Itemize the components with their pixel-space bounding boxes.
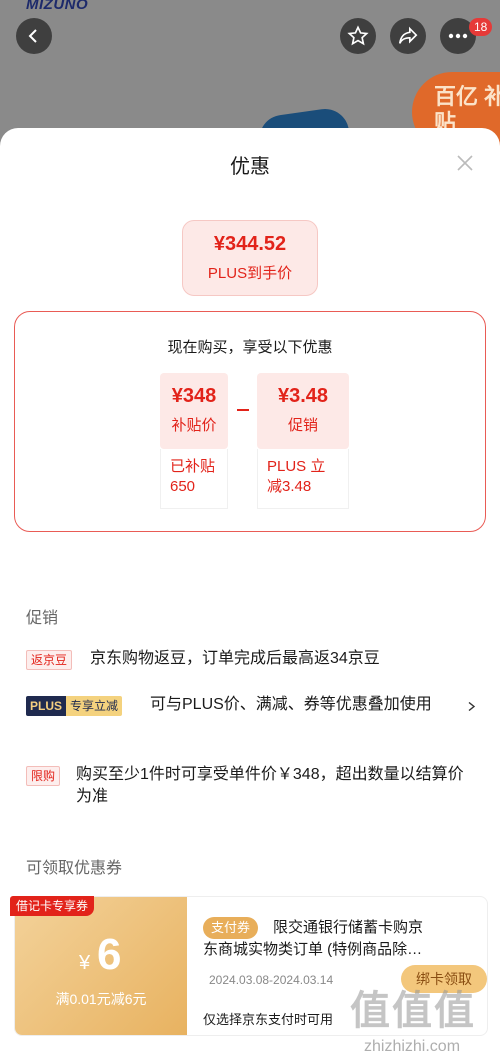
breakdown-item: ¥3.48 促销 PLUS 立减3.48	[257, 373, 349, 509]
coupon-value-panel: ¥ 6 满0.01元减6元	[15, 897, 187, 1035]
plus-tag-label: PLUS	[26, 696, 67, 716]
breakdown-item: ¥348 补贴价 已补贴650	[160, 373, 228, 509]
plus-promo-text: 可与PLUS价、满减、券等优惠叠加使用	[150, 696, 432, 713]
star-icon	[347, 25, 369, 46]
promotions-title: 促销	[26, 610, 59, 627]
back-icon	[28, 29, 37, 43]
subsidy-price-tile: ¥348 补贴价	[160, 373, 228, 449]
purchase-limit-text: 购买至少1件时可享受单件价￥348，超出数量以结算价为准	[76, 766, 464, 805]
back-button[interactable]	[16, 18, 52, 54]
coupon-currency: ¥	[79, 952, 91, 974]
plus-exclusive-label: 专享立减	[66, 696, 123, 716]
plus-discount-note: PLUS 立减3.48	[257, 449, 349, 509]
promotion-row-beans: 返京豆 京东购物返豆，订单完成后最高返34京豆	[26, 648, 476, 672]
discount-sheet: 优惠 ¥344.52 PLUS到手价 现在购买，享受以下优惠 ¥348 补贴价 …	[0, 128, 500, 1063]
more-icon	[448, 33, 468, 39]
promotion-row-limit: 限购 购买至少1件时可享受单件价￥348，超出数量以结算价为准	[26, 764, 476, 810]
coupon-description: 限交通银行储蓄卡购京	[273, 919, 424, 936]
chevron-right-icon	[468, 702, 476, 711]
bean-rebate-tag: 返京豆	[26, 650, 73, 670]
breakdown-heading: 现在购买，享受以下优惠	[167, 339, 333, 356]
close-icon[interactable]	[456, 154, 474, 172]
coupon-amount: 6	[97, 930, 122, 979]
favorite-button[interactable]	[340, 18, 376, 54]
coupon-validity: 2024.03.08-2024.03.14	[209, 973, 334, 987]
watermark-logo: 值值值	[350, 989, 476, 1033]
minus-sign	[237, 409, 249, 411]
coupon-description-cont: 东商城实物类订单 (特例商品除…	[203, 941, 423, 958]
sheet-title: 优惠	[230, 156, 270, 178]
brand-logo: MIZUNO	[26, 0, 89, 13]
final-price: ¥344.52	[213, 233, 287, 255]
final-price-pill: ¥344.52 PLUS到手价	[182, 220, 318, 296]
coupon-condition: 满0.01元减6元	[55, 991, 147, 1007]
subsidy-price-value: ¥348	[171, 385, 217, 407]
promotion-tile: ¥3.48 促销	[257, 373, 349, 449]
debit-card-flag: 借记卡专享券	[10, 896, 95, 916]
pay-coupon-tag: 支付券	[203, 917, 259, 939]
subsidy-price-label: 补贴价	[171, 417, 217, 434]
purchase-limit-tag: 限购	[26, 766, 61, 786]
subsidy-note: 已补贴650	[160, 449, 228, 509]
promotion-row-plus[interactable]: PLUS 专享立减 可与PLUS价、满减、券等优惠叠加使用	[26, 694, 476, 740]
share-icon	[398, 26, 418, 44]
promotion-label: 促销	[287, 417, 318, 434]
discount-breakdown: 现在购买，享受以下优惠 ¥348 补贴价 已补贴650 ¥3.48 促销 PLU…	[14, 311, 486, 532]
promotion-value: ¥3.48	[277, 385, 329, 407]
notification-badge: 18	[469, 18, 493, 36]
watermark-url: zhizhizhi.com	[364, 1038, 461, 1055]
final-price-label: PLUS到手价	[207, 265, 293, 282]
coupon-usage-note: 仅选择京东支付时可用	[203, 1012, 334, 1027]
bean-rebate-text: 京东购物返豆，订单完成后最高返34京豆	[90, 650, 380, 667]
share-button[interactable]	[390, 18, 426, 54]
coupons-title: 可领取优惠券	[26, 860, 123, 877]
plus-tag: PLUS 专享立减	[26, 696, 123, 716]
